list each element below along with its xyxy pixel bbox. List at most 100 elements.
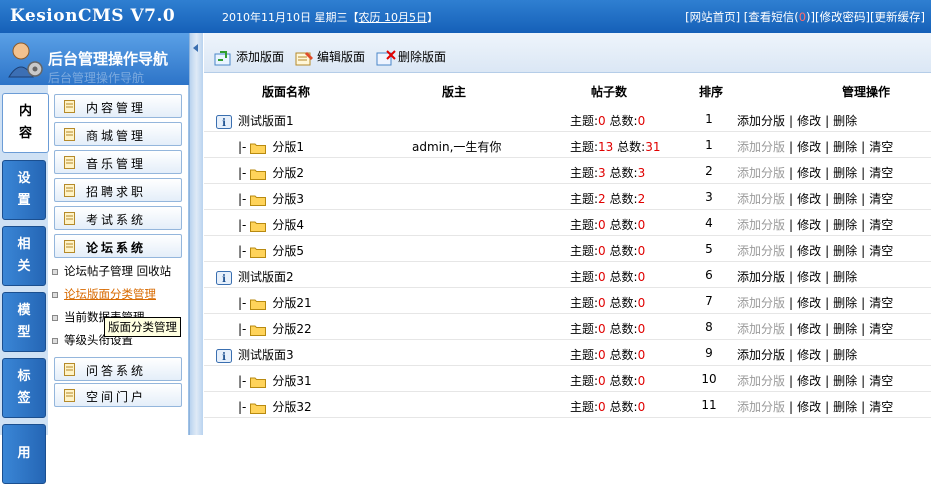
clear-link[interactable]: 清空 bbox=[869, 296, 893, 310]
post-count-cell: 主题:2 总数:2 bbox=[570, 192, 646, 206]
topic-count: 0 bbox=[598, 348, 606, 362]
delete-link[interactable]: 删除 bbox=[833, 348, 857, 362]
forum-board-category-link[interactable]: 论坛版面分类管理 bbox=[64, 287, 156, 301]
delete-link[interactable]: 删除 bbox=[833, 114, 857, 128]
change-password-link[interactable]: [修改密码] bbox=[815, 10, 870, 24]
clear-link[interactable]: 清空 bbox=[869, 244, 893, 258]
clear-link[interactable]: 清空 bbox=[869, 192, 893, 206]
edit-link[interactable]: 修改 bbox=[797, 218, 821, 232]
sub-board-name[interactable]: 分版22 bbox=[272, 322, 311, 336]
edit-link[interactable]: 修改 bbox=[797, 166, 821, 180]
menu-item-exam[interactable]: 考试系统 bbox=[54, 206, 182, 230]
edit-link[interactable]: 修改 bbox=[797, 374, 821, 388]
edit-link[interactable]: 修改 bbox=[797, 192, 821, 206]
edit-link[interactable]: 修改 bbox=[797, 296, 821, 310]
add-board-button[interactable]: 添加版面 bbox=[214, 48, 284, 66]
order-cell: 5 bbox=[705, 242, 713, 256]
menu-item-space[interactable]: 空间门户 bbox=[54, 383, 182, 407]
post-count-cell: 主题:0 总数:0 bbox=[570, 322, 646, 336]
post-count-cell: 主题:0 总数:0 bbox=[570, 218, 646, 232]
clear-link[interactable]: 清空 bbox=[869, 218, 893, 232]
sub-board-name[interactable]: 分版32 bbox=[272, 400, 311, 414]
menu-item-jobs[interactable]: 招聘求职 bbox=[54, 178, 182, 202]
total-count: 31 bbox=[645, 140, 661, 154]
delete-link[interactable]: 删除 bbox=[833, 218, 857, 232]
edit-link[interactable]: 修改 bbox=[797, 140, 821, 154]
header-posts: 帖子数 bbox=[591, 85, 628, 99]
clear-link[interactable]: 清空 bbox=[869, 400, 893, 414]
table-header: 版面名称 版主 帖子数 排序 管理操作 bbox=[204, 74, 931, 106]
clear-link[interactable]: 清空 bbox=[869, 374, 893, 388]
edit-link[interactable]: 修改 bbox=[797, 244, 821, 258]
total-count: 0 bbox=[637, 348, 646, 362]
board-name[interactable]: 测试版面2 bbox=[238, 270, 294, 284]
sidebar-splitter[interactable] bbox=[189, 33, 203, 435]
tab-settings[interactable]: 设 置 bbox=[2, 160, 46, 220]
delete-link[interactable]: 删除 bbox=[833, 270, 857, 284]
edit-link[interactable]: 修改 bbox=[797, 400, 821, 414]
table-row: |- 分版3 主题:2 总数:2 3 添加分版 | 修改 | 删除 | 清空 bbox=[204, 184, 931, 210]
topic-count: 2 bbox=[598, 192, 606, 206]
bullet-icon bbox=[52, 268, 58, 275]
board-name[interactable]: 测试版面3 bbox=[238, 348, 294, 362]
sub-board-name[interactable]: 分版2 bbox=[272, 166, 304, 180]
add-sub-board-link[interactable]: 添加分版 bbox=[737, 270, 785, 284]
edit-board-button[interactable]: 编辑版面 bbox=[295, 48, 365, 66]
add-sub-board-disabled: 添加分版 bbox=[737, 400, 786, 414]
recycle-bin-link[interactable]: 回收站 bbox=[137, 264, 172, 278]
messages-link[interactable]: [查看短信(0)] bbox=[744, 10, 815, 24]
category-tabs: 内 容 设 置 相 关 模 型 标 签 用 bbox=[0, 85, 49, 484]
forum-submenu-row-2: 论坛版面分类管理 bbox=[52, 286, 156, 302]
tab-related[interactable]: 相 关 bbox=[2, 226, 46, 286]
sub-board-name[interactable]: 分版1 bbox=[272, 140, 304, 154]
clear-link[interactable]: 清空 bbox=[869, 322, 893, 336]
sidebar-title-shadow: 后台管理操作导航 bbox=[48, 71, 145, 85]
sub-board-name[interactable]: 分版3 bbox=[272, 192, 304, 206]
delete-link[interactable]: 删除 bbox=[833, 192, 857, 206]
tab-model[interactable]: 模 型 bbox=[2, 292, 46, 352]
edit-link[interactable]: 修改 bbox=[797, 348, 821, 362]
board-name[interactable]: 测试版面1 bbox=[238, 114, 294, 128]
sub-board-name[interactable]: 分版4 bbox=[272, 218, 304, 232]
add-sub-board-link[interactable]: 添加分版 bbox=[737, 114, 785, 128]
home-link[interactable]: [网站首页] bbox=[685, 10, 740, 24]
sub-board-name[interactable]: 分版5 bbox=[272, 244, 304, 258]
header-ops: 管理操作 bbox=[842, 85, 891, 99]
delete-link[interactable]: 删除 bbox=[833, 140, 857, 154]
delete-link[interactable]: 删除 bbox=[833, 296, 857, 310]
sub-board-name[interactable]: 分版21 bbox=[272, 296, 311, 310]
menu-item-music[interactable]: 音乐管理 bbox=[54, 150, 182, 174]
delete-link[interactable]: 删除 bbox=[833, 166, 857, 180]
menu-item-qa[interactable]: 问答系统 bbox=[54, 357, 182, 381]
board-name-cell: i 测试版面1 bbox=[216, 112, 294, 129]
lunar-date-link[interactable]: 农历 10月5日 bbox=[358, 11, 427, 24]
collapse-arrow-icon[interactable] bbox=[193, 44, 198, 52]
delete-link[interactable]: 删除 bbox=[833, 400, 857, 414]
post-count-cell: 主题:0 总数:0 bbox=[570, 114, 646, 128]
clear-link[interactable]: 清空 bbox=[869, 140, 893, 154]
delete-link[interactable]: 删除 bbox=[833, 322, 857, 336]
edit-link[interactable]: 修改 bbox=[797, 114, 821, 128]
order-cell: 1 bbox=[705, 138, 713, 152]
forum-submenu-row-1: 论坛帖子管理 回收站 bbox=[52, 263, 171, 279]
add-sub-board-disabled: 添加分版 bbox=[737, 374, 786, 388]
folder-icon bbox=[250, 169, 267, 180]
board-icon: i bbox=[216, 114, 232, 129]
tab-content[interactable]: 内 容 bbox=[2, 93, 49, 153]
add-sub-board-link[interactable]: 添加分版 bbox=[737, 348, 785, 362]
delete-board-button[interactable]: 删除版面 bbox=[376, 48, 446, 66]
forum-posts-link[interactable]: 论坛帖子管理 bbox=[64, 264, 133, 278]
clear-link[interactable]: 清空 bbox=[869, 166, 893, 180]
delete-link[interactable]: 删除 bbox=[833, 244, 857, 258]
refresh-cache-link[interactable]: [更新缓存] bbox=[870, 10, 925, 24]
menu-item-forum[interactable]: 论坛系统 bbox=[54, 234, 182, 258]
bullet-icon bbox=[52, 337, 58, 344]
edit-link[interactable]: 修改 bbox=[797, 270, 821, 284]
tab-user[interactable]: 用 bbox=[2, 424, 46, 484]
menu-item-shop[interactable]: 商城管理 bbox=[54, 122, 182, 146]
sub-board-name[interactable]: 分版31 bbox=[272, 374, 311, 388]
edit-link[interactable]: 修改 bbox=[797, 322, 821, 336]
delete-link[interactable]: 删除 bbox=[833, 374, 857, 388]
menu-item-content[interactable]: 内容管理 bbox=[54, 94, 182, 118]
tab-label[interactable]: 标 签 bbox=[2, 358, 46, 418]
